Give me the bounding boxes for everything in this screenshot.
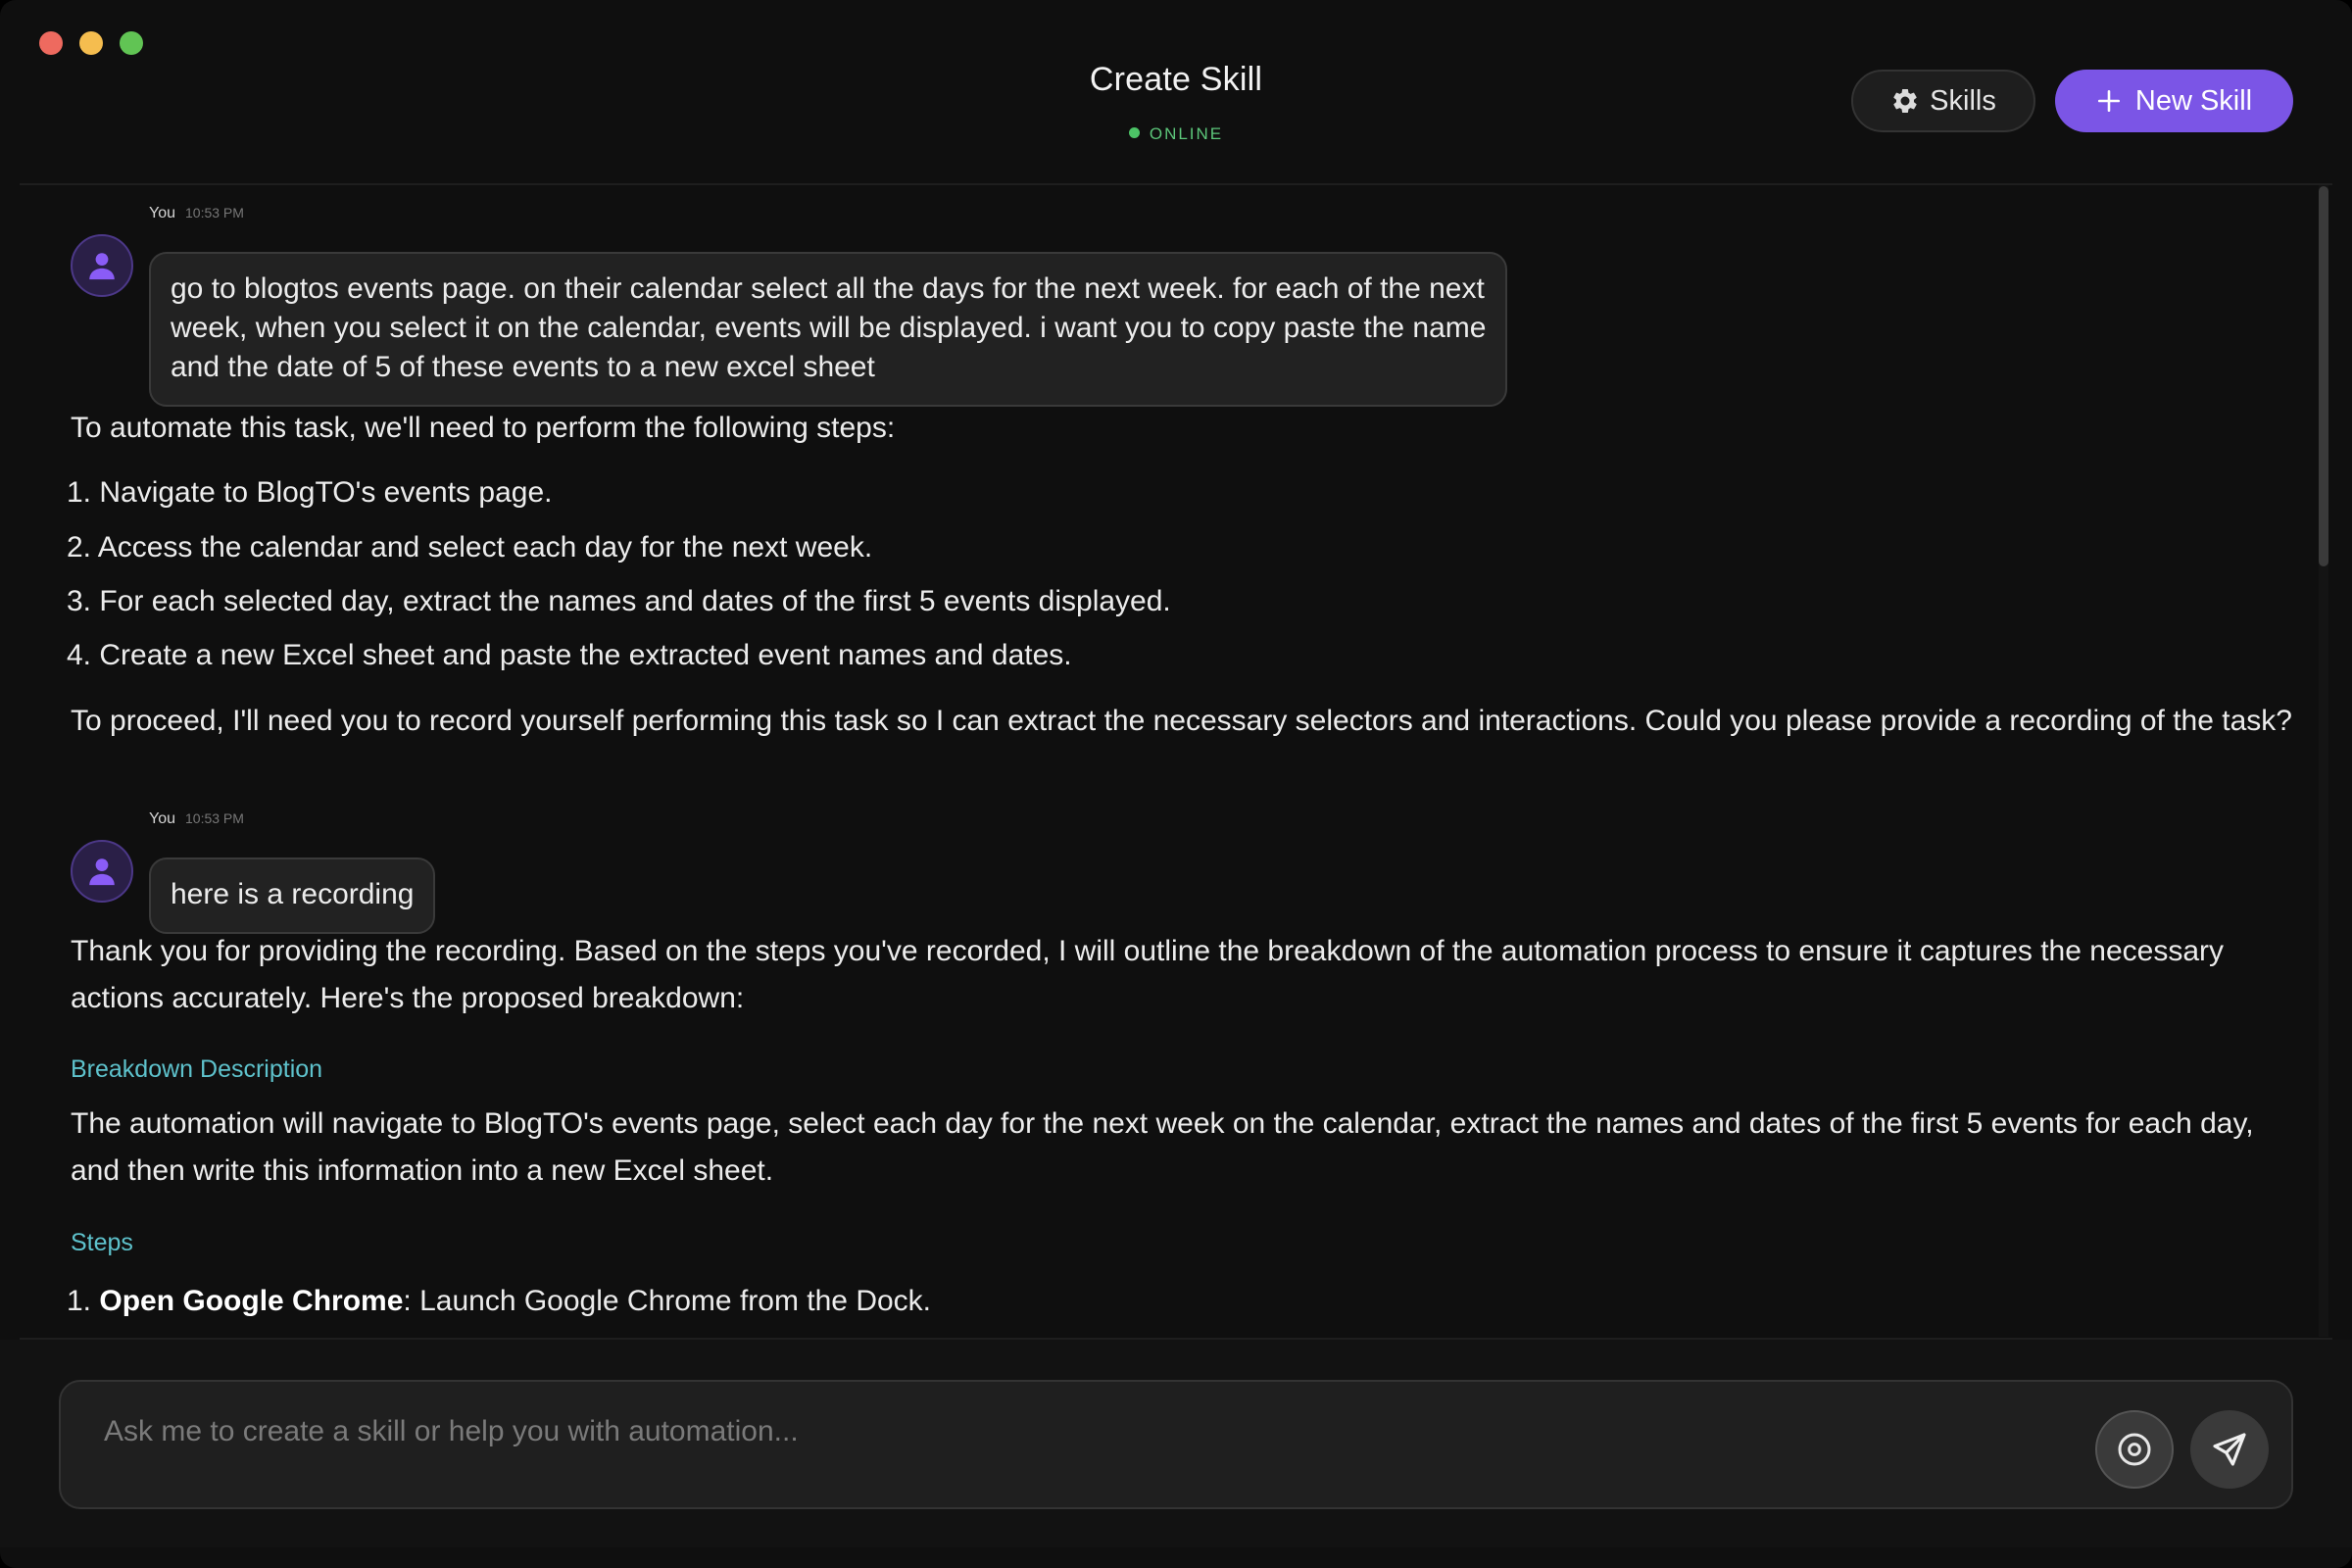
send-icon: [2213, 1433, 2246, 1466]
message-time: 10:53 PM: [185, 810, 244, 826]
close-window-button[interactable]: [39, 31, 63, 55]
message-text-line: and the date of 5 of these events to a n…: [171, 351, 875, 383]
user-avatar: [71, 840, 133, 903]
list-item: 4. Create a new Excel sheet and paste th…: [67, 639, 1072, 671]
message-input[interactable]: [104, 1407, 2044, 1456]
user-avatar: [71, 234, 133, 297]
assistant-message-outro: To proceed, I'll need you to record your…: [71, 705, 2292, 737]
message-meta: You 10:53 PM: [149, 810, 244, 828]
scrollbar-thumb[interactable]: [2319, 186, 2328, 566]
send-button[interactable]: [2190, 1410, 2269, 1489]
window-controls: [39, 31, 143, 55]
skills-button[interactable]: Skills: [1851, 70, 2035, 132]
step-number: 1.: [67, 1285, 92, 1317]
user-icon: [89, 253, 115, 280]
new-skill-button-label: New Skill: [2134, 84, 2253, 117]
message-author: You: [149, 205, 175, 221]
user-icon: [89, 858, 115, 886]
message-meta: You 10:53 PM: [149, 205, 244, 222]
new-skill-button[interactable]: New Skill: [2055, 70, 2293, 132]
status-label: ONLINE: [1149, 124, 1224, 143]
step-description: : Launch Google Chrome from the Dock.: [403, 1285, 931, 1317]
message-text-line: week, when you select it on the calendar…: [171, 312, 1487, 344]
message-bubble: go to blogtos events page. on their cale…: [149, 252, 1508, 407]
message-time: 10:53 PM: [185, 205, 244, 220]
steps-heading: Steps: [71, 1229, 133, 1256]
chat-thread[interactable]: You 10:53 PM go to blogtos events page. o…: [20, 185, 2313, 1337]
assistant-message-intro: Thank you for providing the recording. B…: [71, 935, 2224, 1014]
app-window: Create Skill ONLINE Skills New Skill You…: [0, 0, 2352, 1568]
list-item: 1. Open Google Chrome: Launch Google Chr…: [67, 1282, 931, 1321]
step-title: Open Google Chrome: [99, 1285, 404, 1317]
record-icon: [2118, 1433, 2151, 1466]
skills-button-label: Skills: [1930, 84, 1996, 117]
minimize-window-button[interactable]: [79, 31, 103, 55]
message-text-line: go to blogtos events page. on their cale…: [171, 272, 1485, 305]
status-dot-icon: [1128, 127, 1140, 138]
plus-icon: [2097, 89, 2120, 113]
message-bubble: here is a recording: [149, 858, 436, 934]
record-button[interactable]: [2095, 1410, 2174, 1489]
message-author: You: [149, 810, 175, 827]
list-item: 2. Access the calendar and select each d…: [67, 531, 873, 564]
list-item: 1. Navigate to BlogTO's events page.: [67, 476, 553, 509]
breakdown-description: The automation will navigate to BlogTO's…: [71, 1107, 2254, 1187]
message-text: here is a recording: [171, 878, 415, 910]
maximize-window-button[interactable]: [120, 31, 143, 55]
message-composer: [59, 1380, 2293, 1509]
gear-icon: [1893, 88, 1917, 113]
list-item: 3. For each selected day, extract the na…: [67, 585, 1171, 617]
assistant-message-intro: To automate this task, we'll need to per…: [71, 412, 896, 444]
breakdown-heading: Breakdown Description: [71, 1055, 323, 1083]
